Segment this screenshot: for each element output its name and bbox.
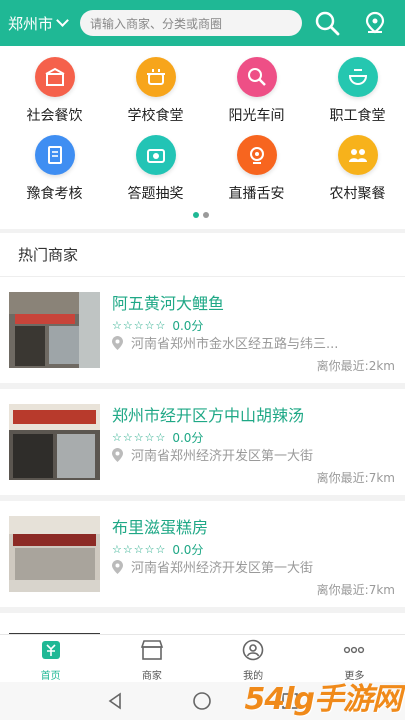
star-icons: ☆☆☆☆☆ <box>112 319 167 332</box>
shop-name: 郑州市经开区方中山胡辣汤 <box>112 406 305 425</box>
restaurant-icon <box>34 57 75 97</box>
kitchen-search-icon <box>236 57 277 97</box>
people-icon <box>337 135 378 175</box>
shop-distance: 离你最近:7km <box>316 583 395 597</box>
home-button-icon[interactable] <box>193 692 211 710</box>
location-icon[interactable] <box>358 6 392 40</box>
star-icons: ☆☆☆☆☆ <box>112 543 167 556</box>
page-dot-active <box>193 212 199 218</box>
search-placeholder: 请输入商家、分类或商圈 <box>90 16 223 31</box>
shop-address-text: 河南省郑州经济开发区第一大街 <box>131 561 314 576</box>
page-dot <box>203 212 209 218</box>
shop-card[interactable]: 布里滋蛋糕房 ☆☆☆☆☆ 0.0分 河南省郑州经济开发区第一大街 离你最近:7k… <box>0 501 405 613</box>
section-title: 热门商家 <box>0 233 405 277</box>
shop-rating: ☆☆☆☆☆ 0.0分 <box>112 429 203 446</box>
category-school-canteen[interactable]: 学校食堂 <box>105 57 206 125</box>
category-label: 阳光车间 <box>228 108 285 124</box>
category-label: 职工食堂 <box>329 108 386 124</box>
category-sunshine-workshop[interactable]: 阳光车间 <box>206 57 307 125</box>
camera-icon <box>135 135 176 175</box>
shop-score: 0.0分 <box>172 431 204 445</box>
shop-score: 0.0分 <box>172 319 204 333</box>
shop-address: 河南省郑州市金水区经五路与纬三... <box>112 333 397 352</box>
category-label: 社会餐饮 <box>26 108 83 124</box>
location-pin-icon <box>112 335 123 350</box>
category-label: 直播舌安 <box>228 186 285 202</box>
city-selector[interactable]: 郑州市 <box>8 13 80 34</box>
shop-address-text: 河南省郑州经济开发区第一大街 <box>131 449 314 464</box>
nav-home[interactable]: 首页 <box>0 635 101 682</box>
category-rural-banquet[interactable]: 农村聚餐 <box>307 135 405 203</box>
shop-distance: 离你最近:2km <box>316 359 395 373</box>
store-icon <box>140 640 163 660</box>
top-bar: 郑州市 请输入商家、分类或商圈 <box>0 0 405 46</box>
category-staff-canteen[interactable]: 职工食堂 <box>307 57 405 125</box>
system-navigation-bar: 54lg手游网 <box>0 682 405 720</box>
category-label: 学校食堂 <box>127 108 184 124</box>
location-pin-icon <box>112 559 123 574</box>
live-icon <box>236 135 277 175</box>
category-label: 豫食考核 <box>26 186 83 202</box>
nav-label: 首页 <box>40 671 61 682</box>
clipboard-icon <box>34 135 75 175</box>
home-icon <box>41 641 60 659</box>
hot-merchants-section: 热门商家 <box>0 233 405 277</box>
nav-merchants[interactable]: 商家 <box>101 635 202 682</box>
shop-photo <box>9 404 100 480</box>
bowl-icon <box>337 57 378 97</box>
watermark-logo: 54lg手游网 <box>244 682 402 717</box>
shop-photo <box>9 516 100 592</box>
category-quiz-lottery[interactable]: 答题抽奖 <box>105 135 206 203</box>
shop-name: 布里滋蛋糕房 <box>112 518 209 537</box>
shop-card[interactable]: 郑州市经开区方中山胡辣汤 ☆☆☆☆☆ 0.0分 河南省郑州经济开发区第一大街 离… <box>0 389 405 501</box>
nav-label: 商家 <box>141 671 162 682</box>
category-label: 农村聚餐 <box>329 186 386 202</box>
category-live-safety[interactable]: 直播舌安 <box>206 135 307 203</box>
more-icon <box>344 646 365 654</box>
shop-card[interactable]: 阿五黄河大鲤鱼 ☆☆☆☆☆ 0.0分 河南省郑州市金水区经五路与纬三... 离你… <box>0 277 405 389</box>
shop-address: 河南省郑州经济开发区第一大街 <box>112 445 397 464</box>
location-pin-icon <box>112 447 123 462</box>
shop-rating: ☆☆☆☆☆ 0.0分 <box>112 541 203 558</box>
back-icon[interactable] <box>108 692 121 710</box>
search-input[interactable]: 请输入商家、分类或商圈 <box>80 10 302 36</box>
shop-photo <box>9 292 100 368</box>
shop-distance: 离你最近:7km <box>316 471 395 485</box>
page-indicator <box>193 212 209 218</box>
shop-score: 0.0分 <box>172 543 204 557</box>
search-icon[interactable] <box>310 6 344 40</box>
category-grid: 社会餐饮 学校食堂 阳光车间 职工食堂 豫食考核 答题抽奖 直播舌安 农村聚餐 <box>0 46 405 229</box>
star-icons: ☆☆☆☆☆ <box>112 431 167 444</box>
shop-address-text: 河南省郑州市金水区经五路与纬三... <box>131 337 339 352</box>
shop-name: 阿五黄河大鲤鱼 <box>112 294 225 313</box>
shop-card-partial[interactable] <box>0 613 405 634</box>
category-social-dining[interactable]: 社会餐饮 <box>4 57 105 125</box>
shop-rating: ☆☆☆☆☆ 0.0分 <box>112 317 203 334</box>
category-food-assessment[interactable]: 豫食考核 <box>4 135 105 203</box>
category-label: 答题抽奖 <box>127 186 184 202</box>
city-label: 郑州市 <box>8 14 54 33</box>
pot-icon <box>135 57 176 97</box>
chevron-down-icon <box>56 14 69 27</box>
app-screen: 郑州市 请输入商家、分类或商圈 社会餐饮 学校食堂 阳光车间 职工食堂 豫食考核… <box>0 0 405 720</box>
shop-photo <box>9 626 100 634</box>
shop-address: 河南省郑州经济开发区第一大街 <box>112 557 397 576</box>
profile-icon <box>242 639 264 661</box>
